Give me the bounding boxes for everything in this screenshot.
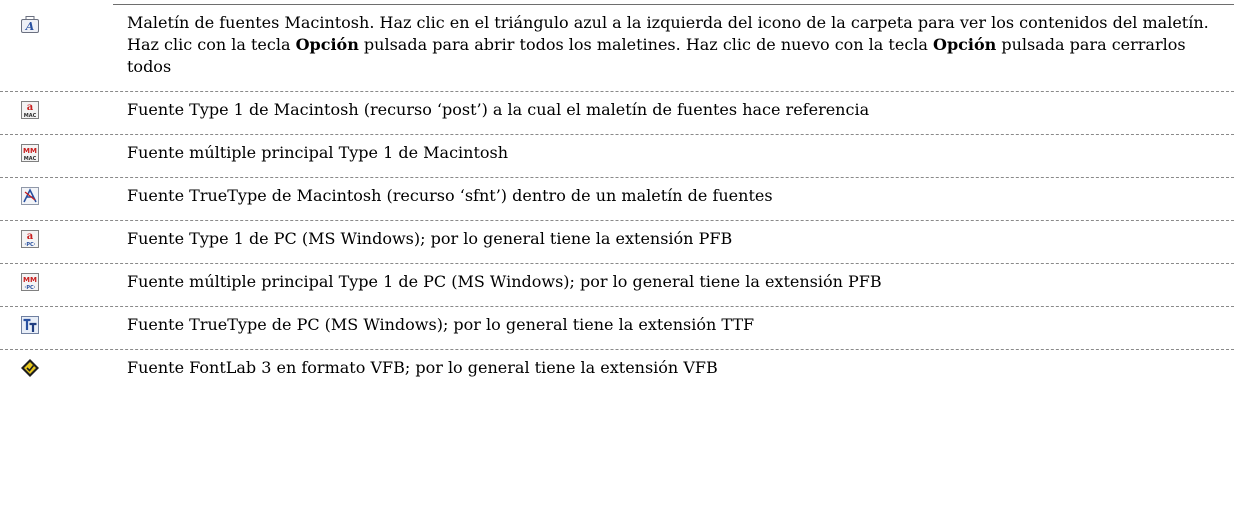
- svg-text:a: a: [27, 231, 34, 242]
- top-rule: [113, 4, 1234, 5]
- legend-row-mac-truetype-text: Fuente TrueType de Macintosh (recurso ‘s…: [127, 186, 773, 205]
- legend-row-pc-type1-text: Fuente Type 1 de PC (MS Windows); por lo…: [127, 229, 733, 248]
- pc-type1-font-icon: a ·PC·: [20, 229, 40, 249]
- svg-text:MAC: MAC: [24, 156, 37, 162]
- svg-text:MAC: MAC: [24, 113, 37, 119]
- row-separator: [0, 177, 1234, 178]
- svg-text:·PC·: ·PC·: [24, 242, 35, 248]
- row-separator: [0, 306, 1234, 307]
- svg-text:A: A: [25, 20, 35, 33]
- fontlab-vfb-icon: [20, 358, 40, 378]
- pc-multiple-master-font-icon: MM ·PC·: [20, 272, 40, 292]
- svg-text:a: a: [27, 102, 34, 113]
- row-separator: [0, 134, 1234, 135]
- legend-row-pc-truetype-text: Fuente TrueType de PC (MS Windows); por …: [127, 315, 755, 334]
- row-separator: [0, 91, 1234, 92]
- legend-row-fontlab-vfb-text: Fuente FontLab 3 en formato VFB; por lo …: [127, 358, 718, 377]
- legend-row-suitcase-text: Maletín de fuentes Macintosh. Haz clic e…: [127, 13, 1209, 76]
- svg-text:MM: MM: [23, 276, 37, 284]
- pc-truetype-font-icon: [20, 315, 40, 335]
- svg-text:MM: MM: [23, 147, 37, 155]
- row-separator: [0, 220, 1234, 221]
- legend-row-mac-type1-text: Fuente Type 1 de Macintosh (recurso ‘pos…: [127, 100, 870, 119]
- svg-text:·PC·: ·PC·: [24, 285, 35, 291]
- legend-row-pc-mm-text: Fuente múltiple principal Type 1 de PC (…: [127, 272, 882, 291]
- legend-row-mac-mm-text: Fuente múltiple principal Type 1 de Maci…: [127, 143, 509, 162]
- mac-multiple-master-font-icon: MM MAC: [20, 143, 40, 163]
- font-suitcase-icon: A: [20, 14, 40, 34]
- mac-type1-font-icon: a MAC: [20, 100, 40, 120]
- mac-truetype-font-icon: [20, 186, 40, 206]
- row-separator: [0, 263, 1234, 264]
- row-separator: [0, 349, 1234, 350]
